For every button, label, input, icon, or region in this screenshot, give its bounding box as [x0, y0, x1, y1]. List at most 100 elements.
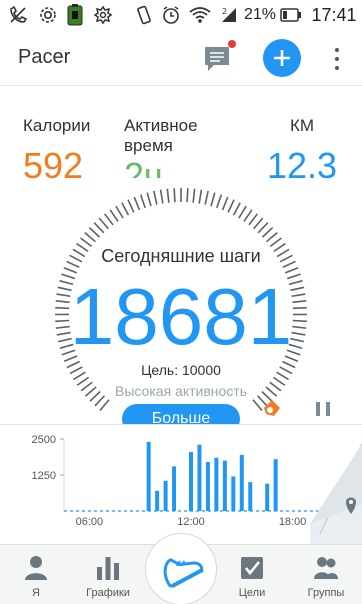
gauge-tick [98, 217, 109, 230]
steps-goal: Цель: 10000 [141, 362, 221, 378]
app-title: Pacer [18, 46, 71, 68]
gauge-tick [186, 188, 189, 203]
chart-bar [197, 444, 202, 511]
y-tick-label: 2500 [32, 434, 56, 446]
chart-bar [265, 483, 270, 511]
x-tick-label: 12:00 [177, 516, 205, 528]
chart-canvas: 2500 1250 06:00 12:00 18:00 [32, 434, 340, 528]
gauge-tick [93, 222, 105, 234]
x-tick-label: 06:00 [76, 516, 104, 528]
tab-goals-label: Цели [238, 587, 266, 599]
chart-bar [205, 462, 210, 511]
activity-level: Высокая активность [115, 383, 247, 399]
chart-bar [146, 441, 151, 511]
alarm-icon [160, 0, 182, 30]
gauge-tick [261, 226, 274, 238]
gauge-tick [159, 189, 164, 204]
calories-value: 592 [23, 145, 84, 186]
gauge-tick [166, 188, 170, 203]
gauge-tick [210, 192, 216, 207]
status-bar: 2 21% 17:41 [0, 0, 362, 30]
pause-icon [316, 402, 320, 416]
app-bar: Pacer [0, 30, 362, 86]
more-vert-icon [335, 48, 339, 52]
gauge-tick [232, 202, 241, 216]
clock: 17:41 [311, 4, 357, 25]
gauge-tick [127, 199, 135, 213]
gauge-tick [238, 205, 247, 219]
gauge-tick [173, 188, 176, 203]
bar-chart-icon [97, 557, 119, 580]
phone-vibrate-icon [134, 0, 154, 30]
calories-label: Калории [23, 116, 91, 135]
gauge-tick [192, 188, 196, 203]
chart-bar [222, 460, 227, 511]
chart-bar [231, 476, 236, 511]
chart-bar [172, 466, 177, 511]
checkbox-icon [241, 557, 263, 579]
calories-stat: Калории 592 [23, 116, 90, 186]
gauge-tick [109, 209, 119, 222]
active-time-label: Активное время [124, 116, 198, 155]
tab-groups-label: Группы [307, 587, 345, 599]
gauge-tick [133, 196, 141, 211]
more-options-button[interactable] [330, 44, 344, 74]
settings-gear-icon [92, 0, 114, 30]
pause-button[interactable] [316, 402, 330, 416]
gauge-tick [99, 399, 110, 412]
gauge-tick [88, 226, 101, 238]
tab-pedometer[interactable] [145, 533, 217, 604]
signal-icon: 2 [218, 0, 240, 30]
gauge-tick [204, 190, 209, 205]
gauge-tick [248, 213, 259, 226]
chart-bar [248, 482, 253, 511]
gauge-end-marker [264, 400, 280, 416]
map-page-corner[interactable] [310, 424, 362, 544]
gauge-tick [253, 217, 264, 230]
chart-bar [214, 457, 219, 511]
message-button[interactable] [202, 44, 238, 76]
gauge-tick [146, 192, 152, 207]
phone-icon [6, 0, 30, 30]
gauge-title: Сегодняшние шаги [101, 246, 261, 266]
active-time-value: 2ч [124, 156, 163, 178]
tab-groups[interactable]: Группы [290, 545, 362, 604]
gauge-tick [115, 205, 124, 219]
gauge-tick [121, 202, 130, 216]
gauge-tick [84, 232, 96, 243]
chart-bar [155, 490, 160, 511]
message-icon [205, 47, 229, 71]
group-icon [314, 557, 338, 579]
add-button[interactable] [263, 39, 301, 77]
wifi-icon [188, 0, 212, 30]
tab-charts-label: Графики [86, 587, 130, 599]
gauge-tick [252, 399, 263, 412]
svg-text:2: 2 [222, 7, 227, 16]
chart-bar [188, 451, 193, 511]
battery-icon [280, 0, 302, 30]
chart-bar [273, 459, 278, 511]
tab-me[interactable]: Я [0, 545, 72, 604]
gauge-tick [227, 199, 235, 213]
chart-bar [239, 454, 244, 511]
steps-count: 18681 [69, 272, 293, 361]
gauge-tick [257, 222, 269, 234]
x-tick-label: 18:00 [279, 516, 307, 528]
gauge-tick [266, 232, 278, 243]
km-stat: КМ 12.3 [262, 116, 342, 186]
tab-charts[interactable]: Графики [72, 545, 144, 604]
tab-goals[interactable]: Цели [216, 545, 288, 604]
active-time-stat: Активное время 2ч [124, 116, 214, 178]
person-icon [25, 556, 47, 580]
gauge-tick [198, 189, 203, 204]
gauge-tick [153, 190, 158, 205]
gauge-tick [221, 196, 229, 211]
tab-me-label: Я [32, 587, 40, 599]
gauge-tick [216, 194, 223, 209]
notification-dot [228, 40, 236, 48]
battery-app-icon [65, 0, 85, 30]
km-value: 12.3 [266, 145, 338, 186]
km-label: КМ [289, 116, 315, 135]
hourly-steps-chart[interactable]: 2500 1250 06:00 12:00 18:00 [0, 424, 362, 544]
shoe-icon [163, 558, 204, 589]
